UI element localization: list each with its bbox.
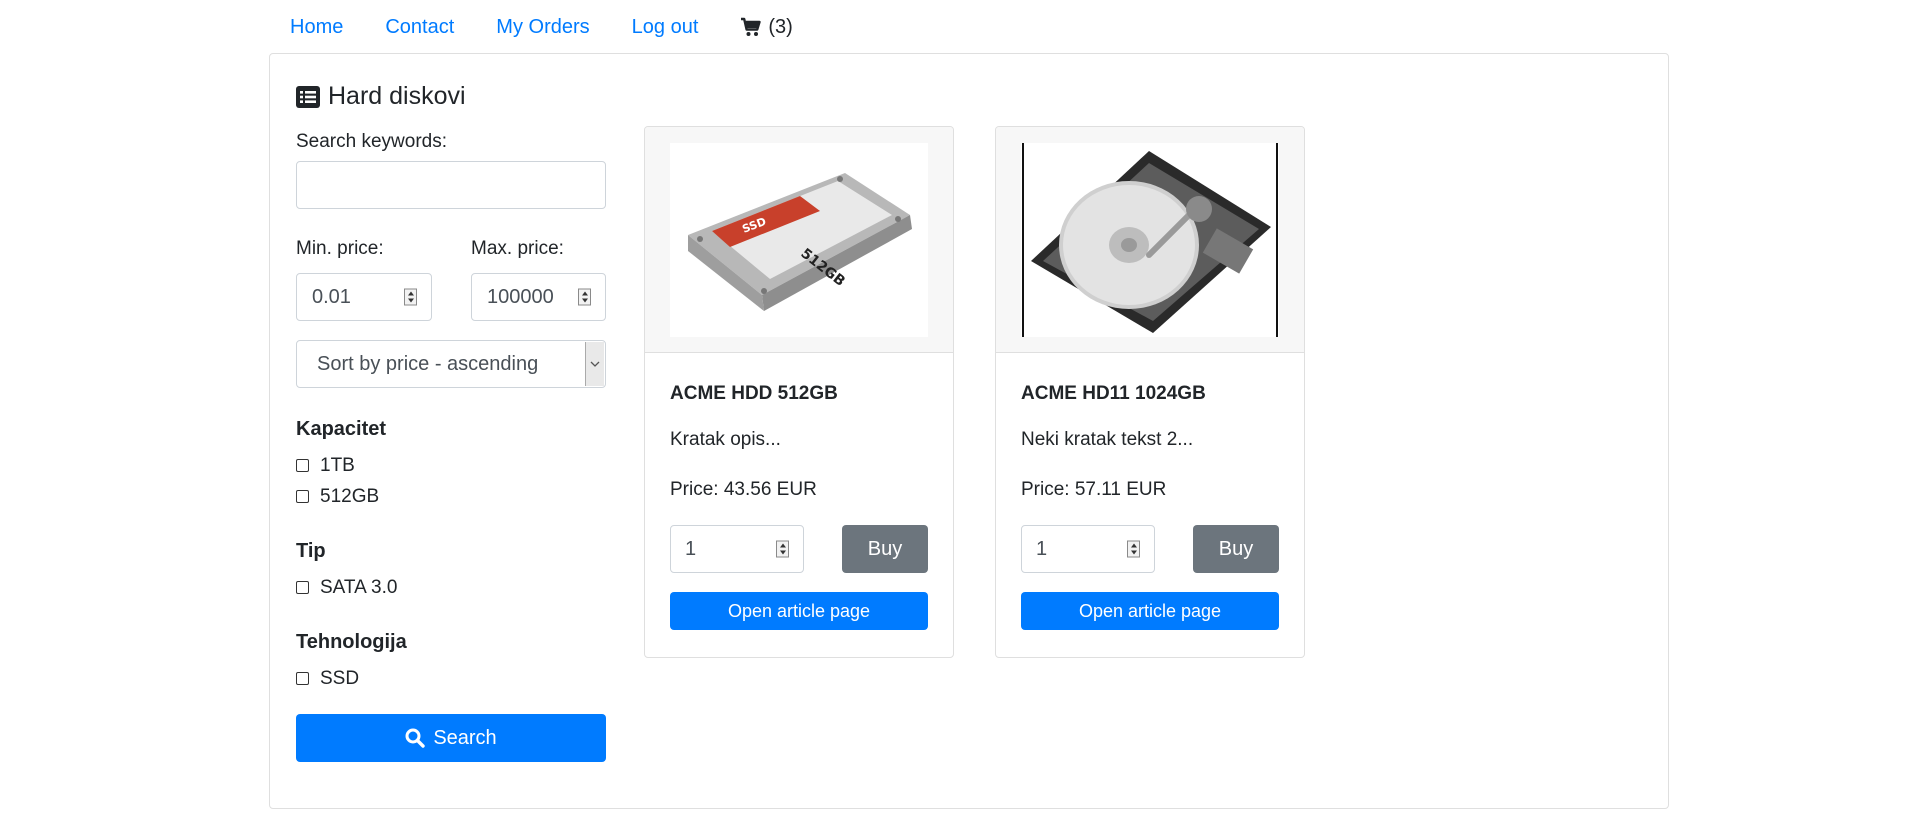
product-price: Price: 57.11 EUR: [1021, 479, 1167, 500]
open-article-button[interactable]: Open article page: [670, 592, 928, 630]
product-card: ACME HD11 1024GB Neki kratak tekst 2... …: [995, 126, 1305, 658]
buy-button[interactable]: Buy: [842, 525, 928, 573]
product-card-header: SSD 512GB: [645, 127, 953, 353]
max-price-label: Max. price:: [471, 238, 564, 259]
quantity-value: 1: [685, 537, 697, 560]
checkbox[interactable]: [296, 459, 309, 472]
search-button-label: Search: [433, 726, 497, 749]
keywords-input[interactable]: [296, 161, 606, 209]
quantity-stepper[interactable]: [776, 540, 789, 558]
min-price-input[interactable]: 0.01: [296, 273, 432, 321]
product-card: SSD 512GB ACME HDD 512GB Kratak opis... …: [644, 126, 954, 658]
min-price-stepper[interactable]: [404, 288, 417, 306]
top-nav: Home Contact My Orders Log out (3): [270, 0, 814, 54]
page-title-text: Hard diskovi: [328, 82, 466, 110]
search-icon: [405, 728, 426, 748]
cart-count: (3): [768, 15, 793, 38]
max-price-stepper[interactable]: [578, 288, 591, 306]
ssd-image: SSD 512GB: [670, 143, 928, 337]
cart-icon: [741, 17, 762, 36]
min-price-label: Min. price:: [296, 238, 384, 259]
chevron-down-icon: [585, 342, 604, 386]
filter-option-label: 1TB: [320, 454, 355, 476]
filter-option-label: SSD: [320, 667, 360, 689]
min-price-value: 0.01: [312, 285, 351, 308]
filter-option[interactable]: SATA 3.0: [296, 572, 397, 603]
product-price: Price: 43.56 EUR: [670, 479, 817, 500]
list-icon: [296, 85, 320, 108]
open-article-button[interactable]: Open article page: [1021, 592, 1279, 630]
product-description: Neki kratak tekst 2...: [1021, 429, 1194, 450]
quantity-value: 1: [1036, 537, 1048, 560]
page-title: Hard diskovi: [296, 82, 466, 111]
filter-option[interactable]: 1TB: [296, 450, 355, 481]
max-price-input[interactable]: 100000: [471, 273, 606, 321]
quantity-stepper[interactable]: [1127, 540, 1140, 558]
sort-value: Sort by price - ascending: [317, 352, 539, 375]
filter-group-heading: Kapacitet: [296, 418, 387, 440]
product-description: Kratak opis...: [670, 429, 781, 450]
product-name: ACME HDD 512GB: [670, 383, 838, 404]
quantity-input[interactable]: 1: [1021, 525, 1155, 573]
checkbox[interactable]: [296, 672, 309, 685]
filter-option[interactable]: 512GB: [296, 481, 379, 512]
hdd-image: [1021, 143, 1279, 337]
product-name: ACME HD11 1024GB: [1021, 383, 1206, 404]
nav-home-link[interactable]: Home: [270, 16, 364, 39]
nav-contact-link[interactable]: Contact: [364, 16, 475, 39]
category-card: Hard diskovi Search keywords: Min. price…: [269, 53, 1669, 809]
checkbox[interactable]: [296, 581, 309, 594]
nav-cart-link[interactable]: (3): [719, 16, 813, 39]
filter-option[interactable]: SSD: [296, 663, 359, 694]
nav-orders-link[interactable]: My Orders: [475, 16, 610, 39]
keywords-label: Search keywords:: [296, 131, 448, 152]
search-button[interactable]: Search: [296, 714, 606, 762]
checkbox[interactable]: [296, 490, 309, 503]
nav-logout-link[interactable]: Log out: [611, 16, 720, 39]
quantity-input[interactable]: 1: [670, 525, 804, 573]
filter-option-label: 512GB: [320, 485, 380, 507]
sort-select[interactable]: Sort by price - ascending: [296, 340, 606, 388]
product-card-header: [996, 127, 1304, 353]
buy-button[interactable]: Buy: [1193, 525, 1279, 573]
max-price-value: 100000: [487, 285, 554, 308]
filter-option-label: SATA 3.0: [320, 576, 398, 598]
filter-group-heading: Tip: [296, 540, 326, 562]
filter-group-heading: Tehnologija: [296, 631, 407, 653]
